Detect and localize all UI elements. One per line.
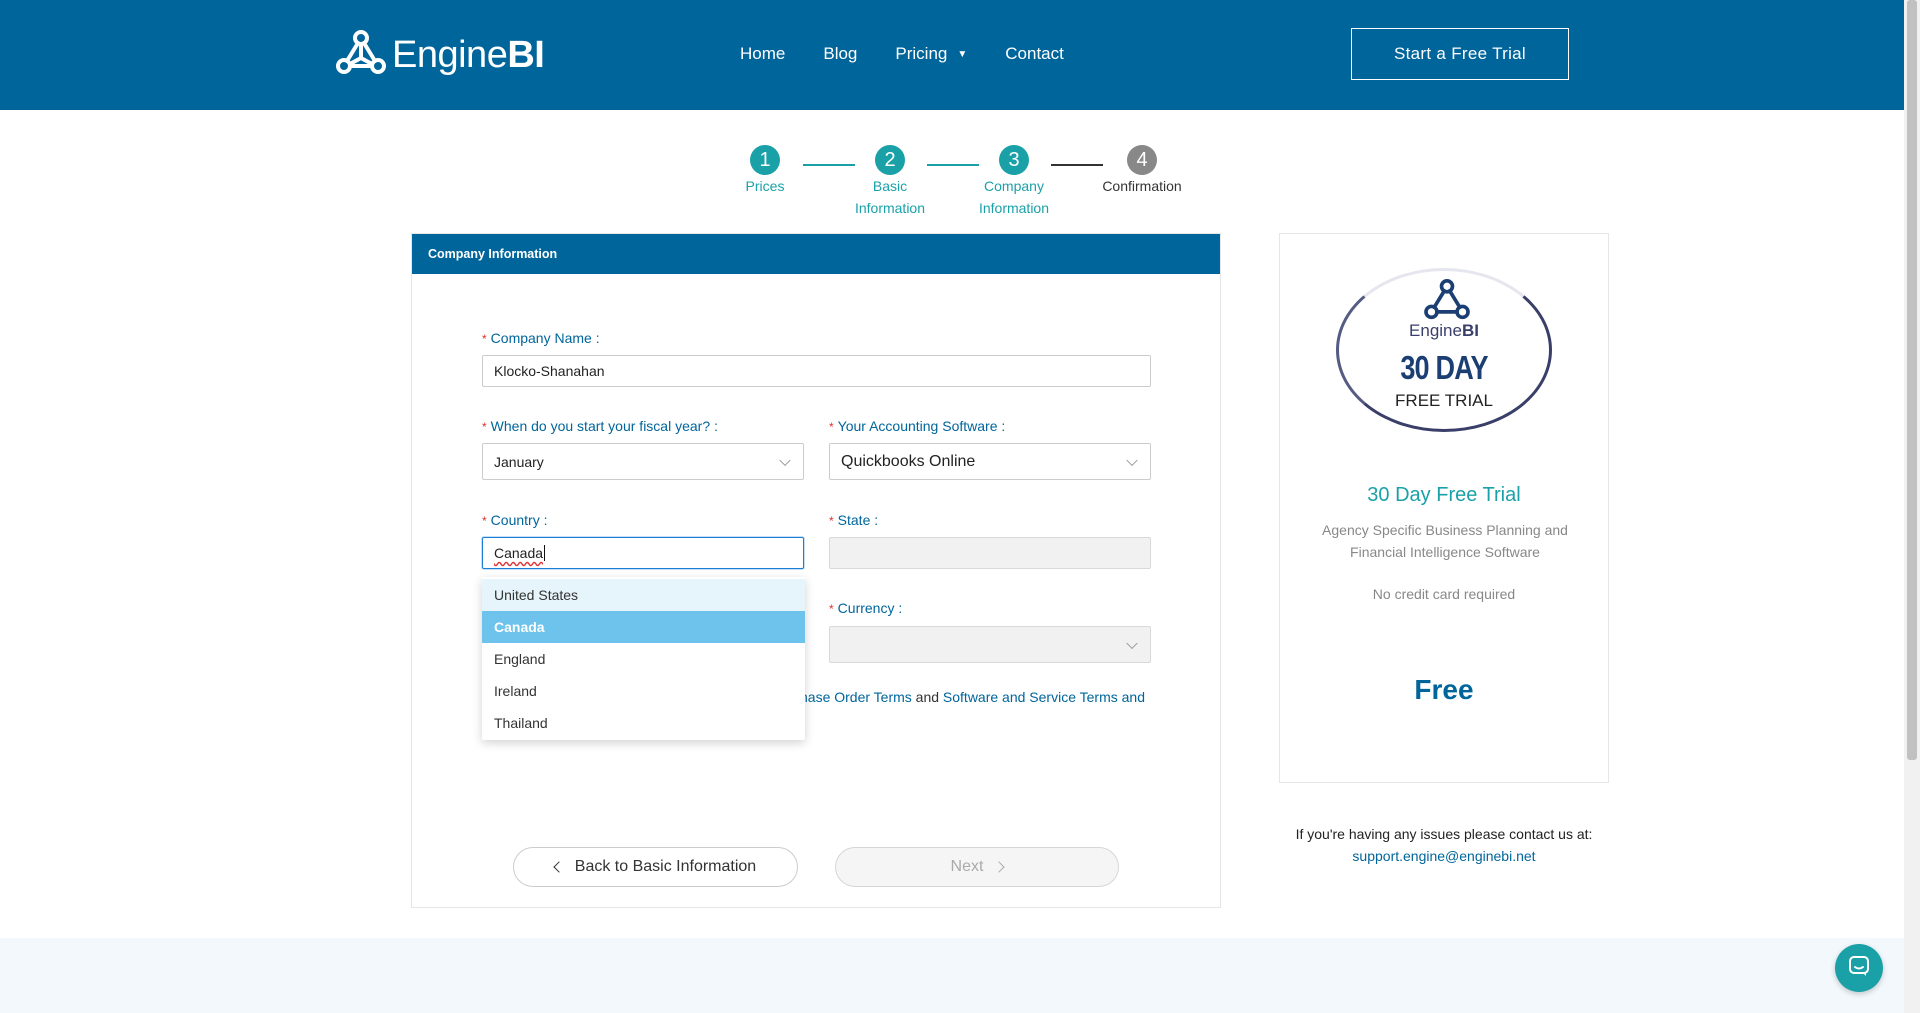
footer-band <box>0 938 1904 1013</box>
page: EngineBI Home Blog Pricing ▼ Contact Star… <box>0 0 1920 1013</box>
country-option-england[interactable]: England <box>482 643 805 675</box>
support-email-link[interactable]: support.engine@enginebi.net <box>1352 848 1535 864</box>
back-to-basic-information-button[interactable]: Back to Basic Information <box>513 847 798 887</box>
scrollbar-thumb[interactable] <box>1907 0 1917 760</box>
step-connector <box>927 164 979 166</box>
fiscal-year-label-text: When do you start your fiscal year? <box>490 418 711 434</box>
fiscal-year-select[interactable]: January <box>482 443 804 480</box>
software-service-terms-link[interactable]: Software and Service Terms and <box>943 689 1145 705</box>
section-title: Company Information <box>412 234 1220 274</box>
required-mark: * <box>829 602 834 616</box>
top-header: EngineBI Home Blog Pricing ▼ Contact Star… <box>0 0 1904 110</box>
step-number: 3 <box>999 145 1029 175</box>
trial-title: 30 Day Free Trial <box>1367 484 1521 506</box>
caret-down-icon: ▼ <box>957 49 968 61</box>
required-mark: * <box>482 420 487 434</box>
terms-text: hase Order Terms and Software and Servic… <box>800 689 1145 705</box>
nav-pricing[interactable]: Pricing ▼ <box>895 44 967 64</box>
step-label: Company Information <box>978 178 1050 216</box>
back-button-label: Back to Basic Information <box>574 858 757 875</box>
country-option-ireland[interactable]: Ireland <box>482 675 805 707</box>
badge-brand: EngineBI <box>1409 321 1479 340</box>
state-label: * State : <box>829 512 879 528</box>
chevron-down-icon <box>1126 637 1138 649</box>
country-dropdown: United States Canada England Ireland Tha… <box>482 577 805 740</box>
country-label-text: Country <box>490 512 540 528</box>
country-value: Canada <box>494 545 544 561</box>
accounting-software-select[interactable]: Quickbooks Online <box>829 443 1151 480</box>
enginebi-logo-icon <box>336 30 386 81</box>
company-name-input[interactable]: Klocko-Shanahan <box>482 355 1151 387</box>
start-free-trial-button[interactable]: Start a Free Trial <box>1351 28 1569 80</box>
nav-blog[interactable]: Blog <box>823 44 857 64</box>
page-scrollbar[interactable] <box>1904 0 1920 1013</box>
step-number: 1 <box>750 145 780 175</box>
logo-text: EngineBI <box>392 34 545 76</box>
free-trial-card: EngineBI 30 DAY FREE TRIAL 30 Day Free T… <box>1279 233 1609 783</box>
currency-label: * Currency : <box>829 600 903 616</box>
accounting-software-label: * Your Accounting Software : <box>829 418 1006 434</box>
chat-bubble-icon <box>1847 954 1871 983</box>
step-connector <box>803 164 855 166</box>
nav-contact[interactable]: Contact <box>1005 44 1064 64</box>
badge-free-trial: FREE TRIAL <box>1395 391 1493 410</box>
company-name-value: Klocko-Shanahan <box>494 363 605 379</box>
no-credit-card-note: No credit card required <box>1372 586 1516 602</box>
terms-and: and <box>915 689 940 705</box>
step-label: Prices <box>745 178 785 194</box>
chat-launcher-button[interactable] <box>1835 944 1883 992</box>
next-button[interactable]: Next <box>835 847 1119 887</box>
country-input[interactable]: Canada <box>482 537 804 569</box>
fiscal-year-label: * When do you start your fiscal year? : <box>482 418 718 434</box>
country-option-thailand[interactable]: Thailand <box>482 707 805 739</box>
trial-description: Agency Specific Business Planning and Fi… <box>1322 522 1568 560</box>
step-number: 2 <box>875 145 905 175</box>
trial-price: Free <box>1414 674 1474 705</box>
country-option-united-states[interactable]: United States <box>482 579 805 611</box>
step-confirmation: 4 Confirmation <box>1096 145 1188 197</box>
badge-days: 30 DAY <box>1400 349 1488 386</box>
step-label: Confirmation <box>1102 178 1182 194</box>
step-label: Basic Information <box>854 178 926 216</box>
fiscal-year-value: January <box>494 453 544 470</box>
purchase-order-terms-link[interactable]: hase Order Terms <box>800 689 912 705</box>
chevron-right-icon <box>993 861 1006 873</box>
support-text: If you're having any issues please conta… <box>1295 826 1593 842</box>
accounting-software-value: Quickbooks Online <box>841 452 976 470</box>
state-label-text: State <box>837 512 871 528</box>
step-prices: 1 Prices <box>735 145 795 197</box>
step-number: 4 <box>1127 145 1157 175</box>
required-mark: * <box>829 514 834 528</box>
text-cursor <box>544 545 546 561</box>
required-mark: * <box>829 420 834 434</box>
required-mark: * <box>482 332 487 346</box>
accounting-software-label-text: Your Accounting Software <box>837 418 998 434</box>
chevron-down-icon <box>1126 454 1138 466</box>
nav-pricing-label: Pricing <box>895 44 948 63</box>
company-name-label-text: Company Name <box>490 330 592 346</box>
main-nav: Home Blog Pricing ▼ Contact <box>740 44 1064 64</box>
next-button-label: Next <box>950 858 984 875</box>
state-input[interactable] <box>829 537 1151 569</box>
enginebi-logo-icon <box>1423 279 1471 326</box>
chevron-left-icon <box>553 861 565 873</box>
currency-label-text: Currency <box>837 600 895 616</box>
country-label: * Country : <box>482 512 548 528</box>
currency-select[interactable] <box>829 626 1151 663</box>
step-company-information: 3 Company Information <box>976 145 1052 219</box>
country-option-canada[interactable]: Canada <box>482 611 805 643</box>
free-trial-badge: EngineBI 30 DAY FREE TRIAL <box>1336 268 1552 432</box>
required-mark: * <box>482 514 487 528</box>
step-basic-information: 2 Basic Information <box>852 145 928 219</box>
nav-home[interactable]: Home <box>740 44 785 64</box>
company-name-label: * Company Name : <box>482 330 600 346</box>
logo[interactable]: EngineBI <box>336 30 545 81</box>
support-contact: If you're having any issues please conta… <box>1279 823 1609 867</box>
chevron-down-icon <box>779 454 791 466</box>
